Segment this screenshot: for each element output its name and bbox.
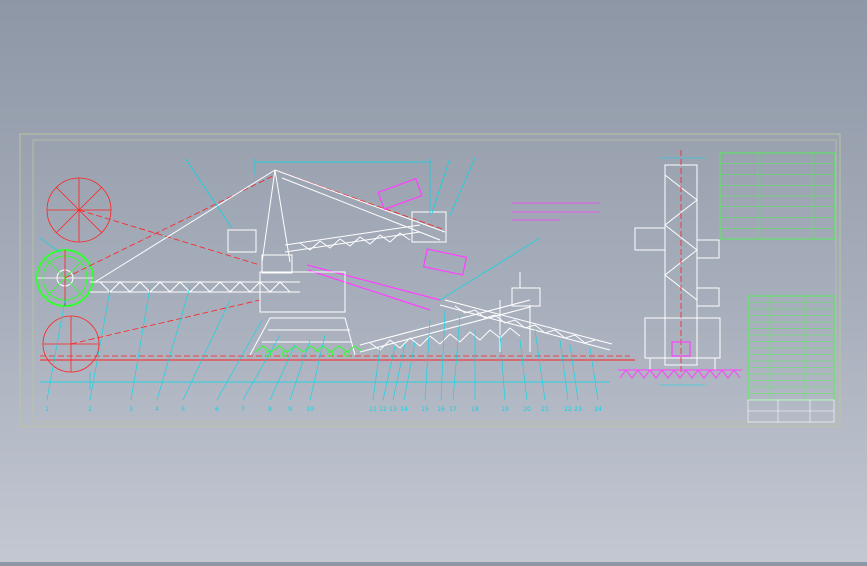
part-number-24: 24 bbox=[594, 406, 602, 413]
part-leader-line bbox=[156, 286, 191, 401]
part-leader-line bbox=[309, 334, 326, 401]
part-number-13: 13 bbox=[389, 406, 397, 413]
spec-table bbox=[719, 152, 836, 240]
part-leader-line bbox=[403, 341, 416, 401]
part-number-17: 17 bbox=[449, 406, 457, 413]
part-number-10: 10 bbox=[306, 406, 314, 413]
center-lines bbox=[40, 169, 630, 357]
part-leader-line bbox=[130, 286, 151, 401]
parts-table bbox=[747, 295, 835, 401]
part-leader-line bbox=[569, 344, 579, 401]
part-number-22: 22 bbox=[564, 406, 572, 413]
part-number-6: 6 bbox=[215, 406, 219, 413]
part-number-21: 21 bbox=[541, 406, 549, 413]
part-leader-line bbox=[519, 339, 528, 401]
part-number-20: 20 bbox=[523, 406, 531, 413]
part-number-23: 23 bbox=[574, 406, 582, 413]
portal-frame bbox=[249, 271, 356, 356]
part-number-9: 9 bbox=[288, 406, 292, 413]
part-leader-line bbox=[392, 343, 406, 401]
part-number-4: 4 bbox=[155, 406, 159, 413]
side-view-foundation bbox=[618, 369, 742, 379]
part-leader-line bbox=[89, 289, 111, 401]
boom bbox=[90, 281, 300, 293]
part-number-8: 8 bbox=[268, 406, 272, 413]
cad-viewport[interactable]: 1 2 3 4 5 6 7 8 9 10 11 12 13 14 15 16 17 18 19 20 21 22 23 24 bbox=[0, 0, 867, 562]
part-number-5: 5 bbox=[181, 406, 185, 413]
part-leader-line bbox=[46, 299, 66, 401]
part-number-12: 12 bbox=[379, 406, 387, 413]
part-leader-line bbox=[499, 334, 506, 401]
part-number-18: 18 bbox=[471, 406, 479, 413]
part-number-16: 16 bbox=[437, 406, 445, 413]
dimension-lines bbox=[39, 157, 610, 390]
part-number-7: 7 bbox=[241, 406, 245, 413]
part-number-15: 15 bbox=[421, 406, 429, 413]
tail-conveyor bbox=[359, 272, 613, 353]
counterweight-boom bbox=[284, 211, 447, 253]
note-block bbox=[512, 202, 600, 221]
part-number-1: 1 bbox=[45, 406, 49, 413]
part-leader-line bbox=[382, 345, 396, 401]
part-number-labels: 1 2 3 4 5 6 7 8 9 10 11 12 13 14 15 16 17 18 19 20 21 22 23 24 bbox=[45, 406, 602, 413]
title-block bbox=[747, 399, 835, 423]
part-number-19: 19 bbox=[501, 406, 509, 413]
counterweight-positions bbox=[306, 177, 468, 311]
part-leader-line bbox=[534, 329, 546, 401]
part-leader-line bbox=[182, 299, 231, 401]
part-number-14: 14 bbox=[400, 406, 408, 413]
part-number-11: 11 bbox=[369, 406, 377, 413]
part-leader-line bbox=[559, 339, 569, 401]
part-number-2: 2 bbox=[88, 406, 92, 413]
part-number-3: 3 bbox=[129, 406, 133, 413]
part-leader-line bbox=[452, 314, 461, 401]
main-elevation-view: 1 2 3 4 5 6 7 8 9 10 11 12 13 14 15 16 17 18 19 20 21 22 23 24 bbox=[36, 157, 635, 413]
travel-bogies bbox=[254, 345, 364, 357]
